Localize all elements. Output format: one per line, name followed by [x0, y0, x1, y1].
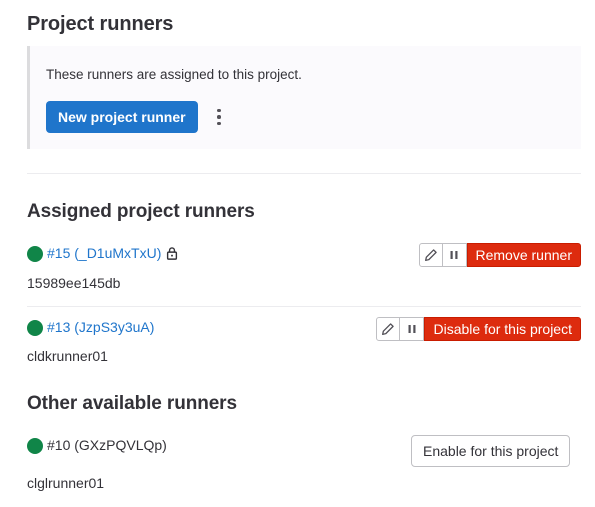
- new-project-runner-button[interactable]: New project runner: [46, 101, 198, 133]
- vertical-ellipsis-icon[interactable]: [210, 105, 228, 129]
- info-text: These runners are assigned to this proje…: [46, 67, 302, 82]
- runner-divider: [27, 306, 581, 307]
- disable-for-project-button[interactable]: Disable for this project: [424, 317, 581, 341]
- remove-runner-button[interactable]: Remove runner: [466, 243, 581, 267]
- pencil-icon[interactable]: [418, 243, 443, 267]
- runner-name: #10 (GXzPQVLQp): [47, 437, 167, 453]
- pause-icon[interactable]: [442, 243, 467, 267]
- status-online-icon: [27, 246, 43, 262]
- page-title: Project runners: [27, 13, 174, 35]
- runner-link[interactable]: #15 (_D1uMxTxU): [47, 245, 161, 261]
- status-online-icon: [27, 438, 43, 454]
- other-runners-heading: Other available runners: [27, 393, 237, 414]
- runner-description: clglrunner01: [27, 475, 105, 491]
- section-divider: [27, 173, 581, 174]
- runner-description: 15989ee145db: [27, 275, 121, 291]
- runners-info-box: These runners are assigned to this proje…: [27, 46, 581, 149]
- runner-item: #15 (_D1uMxTxU) 15989ee145db Remove runn…: [27, 243, 581, 303]
- runner-actions: Remove runner: [418, 243, 581, 267]
- lock-icon: [166, 247, 178, 260]
- pencil-icon[interactable]: [376, 317, 401, 341]
- assigned-runners-heading: Assigned project runners: [27, 201, 255, 222]
- runner-link[interactable]: #13 (JzpS3y3uA): [47, 319, 154, 335]
- enable-for-project-button[interactable]: Enable for this project: [411, 435, 571, 467]
- status-online-icon: [27, 320, 43, 336]
- runner-item: #13 (JzpS3y3uA) cldkrunner01 Disable for…: [27, 317, 581, 367]
- runner-actions: Disable for this project: [376, 317, 581, 341]
- runner-description: cldkrunner01: [27, 348, 108, 364]
- pause-icon[interactable]: [400, 317, 425, 341]
